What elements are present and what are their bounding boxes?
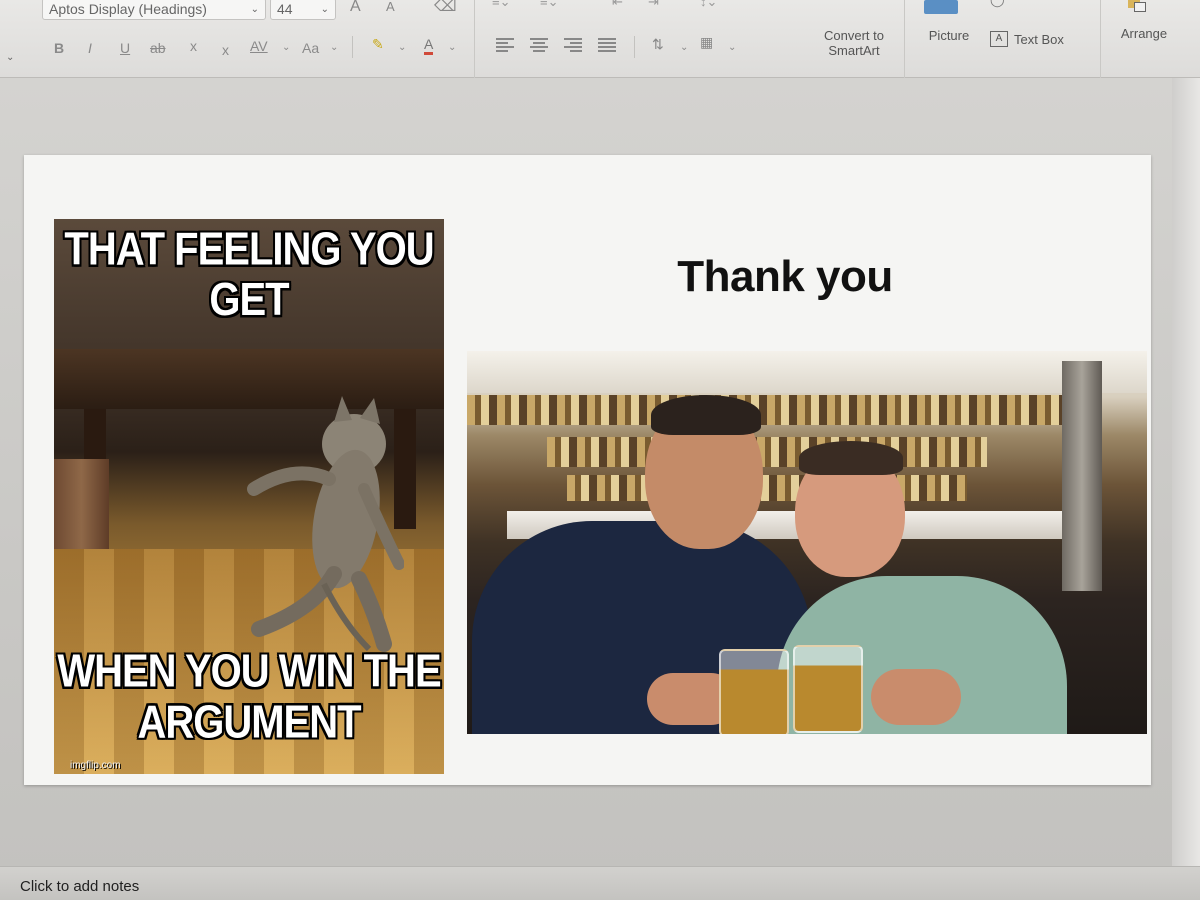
font-color-button[interactable]: A	[424, 36, 434, 55]
ribbon-toolbar: Aptos Display (Headings) ⌄ 44 ⌄ A A ⌫ ≡⌄…	[0, 0, 1200, 78]
divider	[634, 36, 635, 58]
photo-shelf	[567, 475, 967, 501]
change-case-button[interactable]: Aa	[302, 40, 319, 56]
chevron-down-icon[interactable]: ⌄	[398, 42, 406, 53]
chevron-down-icon[interactable]: ⌄	[6, 52, 14, 63]
font-size-combo[interactable]: 44 ⌄	[270, 0, 336, 20]
picture-button[interactable]: Picture	[920, 28, 978, 43]
photo-pillar	[1062, 361, 1102, 591]
meme-bottom-caption: WHEN YOU WIN THE ARGUMENT	[57, 646, 441, 748]
person-left-hair	[651, 395, 761, 435]
convert-smartart-button[interactable]: Convert to SmartArt	[812, 28, 896, 58]
justify-icon[interactable]	[598, 38, 616, 52]
group-divider	[1100, 0, 1101, 78]
character-spacing-button[interactable]: AV	[250, 38, 268, 54]
subscript-button[interactable]: x	[222, 42, 229, 58]
bold-button[interactable]: B	[54, 40, 64, 56]
beer-mug	[793, 645, 863, 733]
superscript-button[interactable]: x	[190, 38, 197, 54]
group-divider	[904, 0, 905, 78]
align-right-icon[interactable]	[564, 38, 582, 52]
meme-image[interactable]: THAT FEELING YOU GET WHEN YOU WIN THE AR…	[54, 219, 444, 774]
font-size-value: 44	[277, 1, 293, 17]
bullets-icon[interactable]: ≡⌄	[492, 0, 510, 10]
strikethrough-button[interactable]: ab	[150, 40, 166, 56]
chevron-down-icon: ⌄	[320, 3, 329, 15]
beer-mug	[719, 649, 789, 734]
clear-format-icon[interactable]: ⌫	[434, 0, 457, 16]
grow-font-icon[interactable]: A	[350, 0, 361, 16]
chevron-down-icon[interactable]: ⌄	[330, 42, 338, 53]
arrange-icon[interactable]	[1128, 0, 1148, 14]
chevron-down-icon: ⌄	[250, 3, 259, 15]
font-name-combo[interactable]: Aptos Display (Headings) ⌄	[42, 0, 266, 20]
meme-watermark: imgflip.com	[70, 760, 121, 771]
align-center-icon[interactable]	[530, 38, 548, 52]
textbox-icon[interactable]: A	[990, 31, 1008, 47]
shrink-font-icon[interactable]: A	[386, 0, 395, 14]
numbering-icon[interactable]: ≡⌄	[540, 0, 558, 10]
line-spacing-icon[interactable]: ↕⌄	[700, 0, 717, 10]
italic-button[interactable]: I	[88, 40, 92, 56]
indent-icon[interactable]: ⇤	[612, 0, 623, 10]
kitten-figure	[247, 396, 404, 652]
shapes-icon[interactable]: ◯	[990, 0, 1005, 8]
underline-button[interactable]: U	[120, 40, 130, 56]
chevron-down-icon[interactable]: ⌄	[680, 42, 688, 53]
align-text-icon[interactable]: ▦	[700, 34, 713, 51]
arrange-button[interactable]: Arrange	[1112, 26, 1176, 41]
divider	[352, 36, 353, 58]
chevron-down-icon[interactable]: ⌄	[282, 42, 290, 53]
text-direction-icon[interactable]: ⇅	[652, 36, 664, 53]
highlight-icon[interactable]: ✎	[372, 36, 384, 53]
group-divider	[474, 0, 475, 78]
font-name-value: Aptos Display (Headings)	[49, 1, 207, 17]
person-right-hair	[799, 441, 903, 475]
chevron-down-icon[interactable]: ⌄	[728, 42, 736, 53]
align-left-icon[interactable]	[496, 38, 514, 52]
meme-top-caption: THAT FEELING YOU GET	[64, 224, 434, 326]
hand	[871, 669, 961, 725]
text-box-button[interactable]: Text Box	[1014, 32, 1064, 47]
outdent-icon[interactable]: ⇥	[648, 0, 659, 10]
chevron-down-icon[interactable]: ⌄	[448, 42, 456, 53]
bar-photo-image[interactable]	[467, 351, 1147, 734]
notes-placeholder[interactable]: Click to add notes	[20, 878, 139, 895]
picture-icon[interactable]	[924, 0, 958, 14]
photo-shelf	[467, 395, 1067, 425]
vertical-scrollbar[interactable]	[1172, 78, 1200, 875]
photo-shelf	[547, 437, 987, 467]
photo-ceiling	[467, 351, 1147, 393]
slide-title[interactable]: Thank you	[640, 252, 930, 302]
notes-pane[interactable]	[0, 866, 1200, 900]
